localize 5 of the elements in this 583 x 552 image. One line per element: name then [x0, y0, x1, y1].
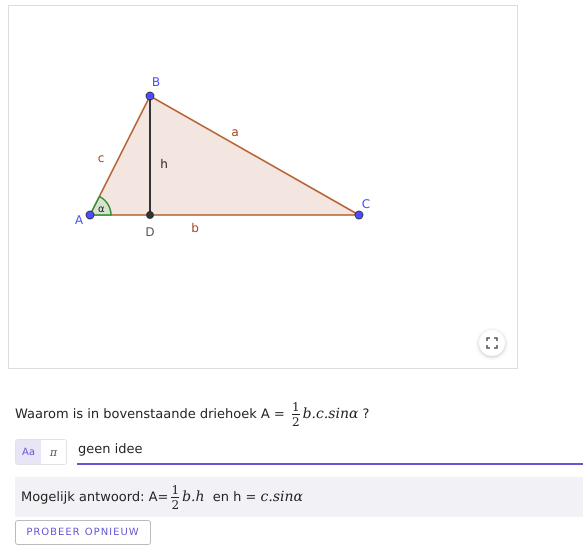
answer-field[interactable]: geen idee — [77, 439, 583, 465]
fullscreen-icon[interactable] — [479, 330, 505, 356]
triangle-drawing: α a b c h A B C D — [74, 75, 370, 239]
retry-button[interactable]: PROBEER OPNIEUW — [15, 520, 151, 545]
input-mode-toggle[interactable]: Aa — [16, 440, 41, 464]
